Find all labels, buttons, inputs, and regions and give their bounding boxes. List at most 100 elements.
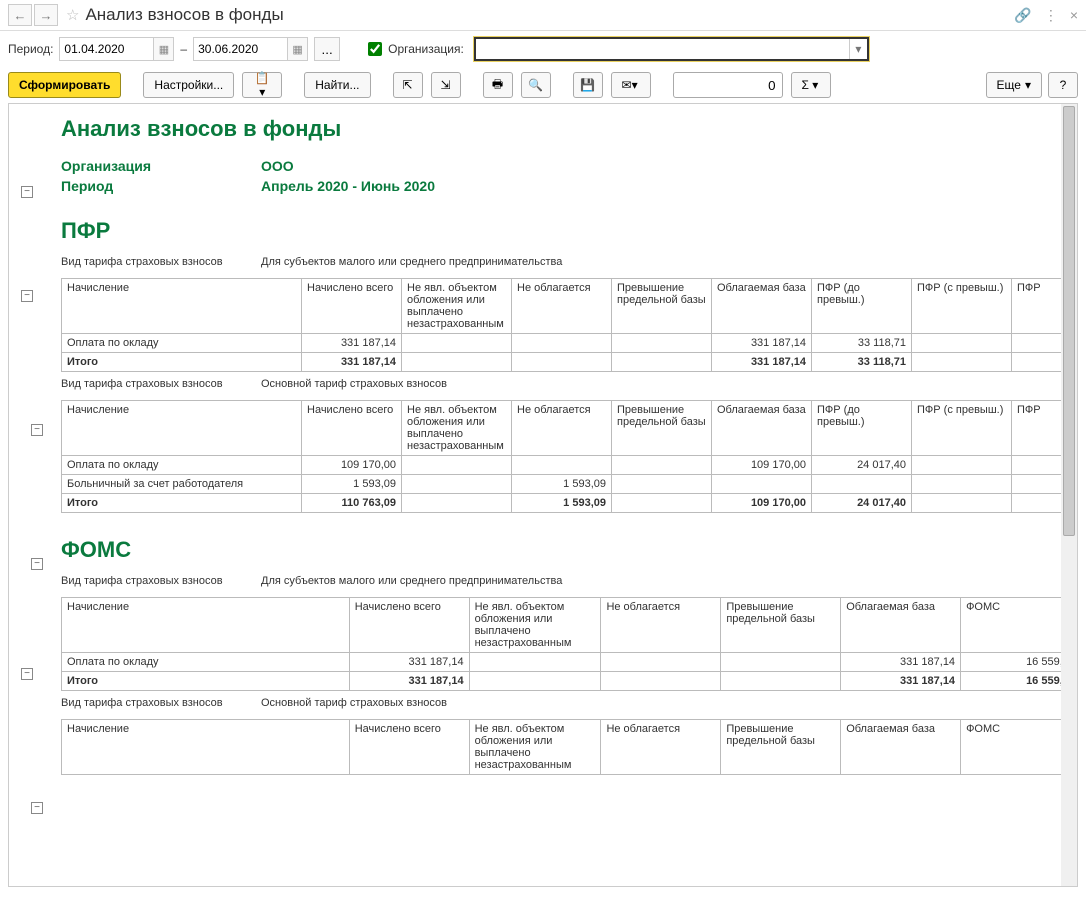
org-label: Организация: [388,42,464,56]
cell: Итого [62,494,302,513]
collapse-toggle[interactable]: − [31,802,43,814]
cell [912,456,1012,475]
column-header: Начисление [62,720,350,775]
date-to-input[interactable] [193,37,288,61]
sum-value-input[interactable] [673,72,783,98]
calendar-icon[interactable]: ▦ [154,37,174,61]
email-button[interactable]: ✉▾ [611,72,651,98]
cell: 110 763,09 [302,494,402,513]
cell: Оплата по окладу [62,653,350,672]
cell [469,653,601,672]
cell [612,475,712,494]
column-header: Начислено всего [302,279,402,334]
cell: 331 187,14 [712,353,812,372]
back-button[interactable]: ← [8,4,32,26]
column-header: Начислено всего [349,598,469,653]
table-total-row[interactable]: Итого 110 763,09 1 593,09 109 170,00 24 … [62,494,1079,513]
scroll-thumb[interactable] [1063,106,1075,536]
collapse-toggle[interactable]: − [31,424,43,436]
copy-dropdown-button[interactable]: 📋▾ [242,72,282,98]
tariff-label: Вид тарифа страховых взносов [61,697,261,709]
column-header: ПФР (с превыш.) [912,401,1012,456]
org-dropdown-icon[interactable]: ▾ [849,39,867,59]
cell [912,334,1012,353]
period-picker-button[interactable]: ... [314,37,340,61]
preview-button[interactable]: 🔍 [521,72,551,98]
close-icon[interactable]: × [1070,7,1078,24]
collapse-toggle[interactable]: − [21,186,33,198]
table-row[interactable]: Оплата по окладу 331 187,14 331 187,14 3… [62,334,1079,353]
generate-button[interactable]: Сформировать [8,72,121,98]
table-header-row: Начисление Начислено всего Не явл. объек… [62,720,1079,775]
sigma-button[interactable]: Σ ▾ [791,72,831,98]
column-header: Не явл. объектом обложения или выплачено… [402,279,512,334]
cell: Итого [62,353,302,372]
cell [612,494,712,513]
cell [812,475,912,494]
tariff-value: Основной тариф страховых взносов [261,378,447,390]
tariff-label: Вид тарифа страховых взносов [61,378,261,390]
column-header: Не облагается [512,401,612,456]
save-button[interactable]: 💾 [573,72,603,98]
period-label: Период: [8,42,53,56]
link-icon[interactable]: 🔗 [1014,7,1031,24]
table-total-row[interactable]: Итого 331 187,14 331 187,14 33 118,71 [62,353,1079,372]
cell [912,353,1012,372]
collapse-button[interactable]: ⇲ [431,72,461,98]
section-pfr-title: ПФР [61,218,1077,244]
table-row[interactable]: Больничный за счет работодателя 1 593,09… [62,475,1079,494]
tariff-label: Вид тарифа страховых взносов [61,575,261,587]
cell [512,456,612,475]
column-header: Облагаемая база [841,598,961,653]
cell [469,672,601,691]
cell: 33 118,71 [812,334,912,353]
find-button[interactable]: Найти... [304,72,370,98]
pfr-table-2: Начисление Начислено всего Не явл. объек… [61,400,1078,513]
cell: Оплата по окладу [62,334,302,353]
collapse-toggle[interactable]: − [31,558,43,570]
cell [912,475,1012,494]
more-icon[interactable]: ⋮ [1044,7,1058,24]
filterbar: Период: ▦ – ▦ ... Организация: ▾ [0,31,1086,67]
table-total-row[interactable]: Итого 331 187,14 331 187,14 16 559,36 [62,672,1079,691]
outline-column: − − − − − − [9,104,45,886]
calendar-icon[interactable]: ▦ [288,37,308,61]
meta-period-label: Период [61,178,261,194]
print-button[interactable]: 🖶 [483,72,513,98]
report-area: − − − − − − Анализ взносов в фонды Орган… [8,103,1078,887]
column-header: ПФР (до превыш.) [812,279,912,334]
tariff-value: Для субъектов малого или среднего предпр… [261,256,562,268]
org-input-wrap: ▾ [474,37,869,61]
toolbar: Сформировать Настройки... 📋▾ Найти... ⇱ … [0,67,1086,103]
meta-org-value: ООО [261,158,294,174]
cell [721,653,841,672]
column-header: Не облагается [601,720,721,775]
table-row[interactable]: Оплата по окладу 109 170,00 109 170,00 2… [62,456,1079,475]
cell: 331 187,14 [349,672,469,691]
column-header: ПФР (с превыш.) [912,279,1012,334]
table-row[interactable]: Оплата по окладу 331 187,14 331 187,14 1… [62,653,1079,672]
column-header: Начисление [62,279,302,334]
pfr-table-1: Начисление Начислено всего Не явл. объек… [61,278,1078,372]
forward-button[interactable]: → [34,4,58,26]
expand-button[interactable]: ⇱ [393,72,423,98]
collapse-toggle[interactable]: − [21,668,33,680]
column-header: Превышение предельной базы [721,598,841,653]
settings-button[interactable]: Настройки... [143,72,234,98]
collapse-toggle[interactable]: − [21,290,33,302]
foms-table-2: Начисление Начислено всего Не явл. объек… [61,719,1078,775]
date-from-input[interactable] [59,37,154,61]
tariff-label: Вид тарифа страховых взносов [61,256,261,268]
favorite-icon[interactable]: ☆ [66,6,79,24]
cell [612,456,712,475]
cell [402,353,512,372]
org-checkbox[interactable] [368,42,382,56]
cell: 1 593,09 [302,475,402,494]
help-button[interactable]: ? [1048,72,1078,98]
more-button[interactable]: Еще ▾ [986,72,1042,98]
column-header: Превышение предельной базы [612,401,712,456]
cell [612,353,712,372]
cell [601,653,721,672]
vertical-scrollbar[interactable] [1061,104,1077,886]
org-input[interactable] [476,39,849,59]
